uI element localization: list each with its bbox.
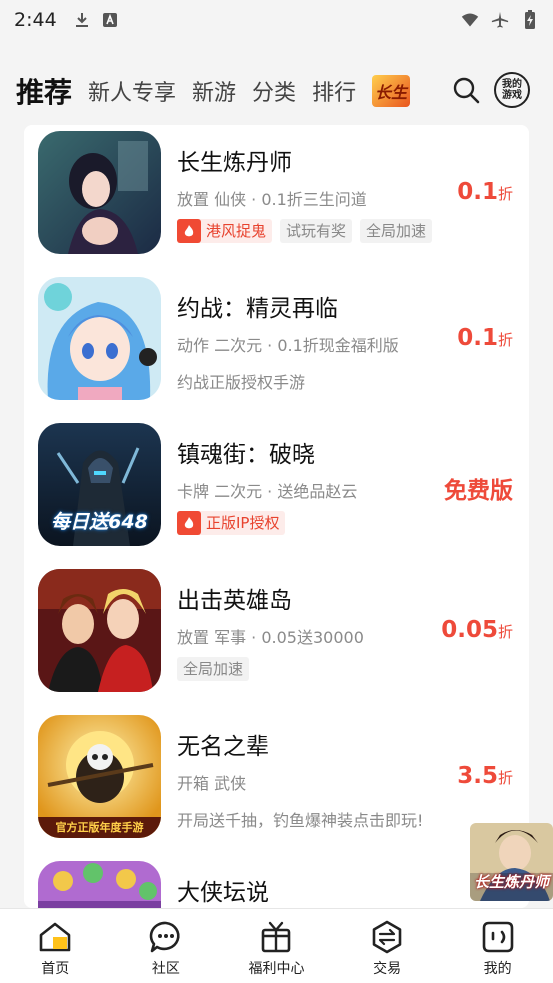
promo-logo-tab[interactable]: 长生 [372, 75, 411, 107]
price-unit: 折 [497, 331, 513, 349]
exchange-icon [372, 920, 402, 954]
game-meta: 动作 二次元 · 0.1折现金福利版 [177, 336, 399, 355]
game-cover-image [38, 861, 161, 908]
tab-categories[interactable]: 分类 [252, 75, 296, 107]
price-value: 3.5 [457, 763, 498, 789]
game-tags: 全局加速 [177, 657, 250, 681]
list-item-game-2[interactable]: 约战：精灵再临 动作 二次元 · 0.1折现金福利版 约战正版授权手游 0.1折 [24, 271, 529, 417]
community-chat-icon [149, 921, 180, 953]
airplane-mode-icon [491, 11, 509, 29]
nav-welfare-center[interactable]: 福利中心 [221, 909, 332, 983]
game-title: 镇魂街：破晓 [177, 442, 315, 468]
game-cover-image: 每日送648 [38, 423, 161, 546]
price-unit: 折 [497, 769, 513, 787]
discount-price: 3.5折 [457, 763, 513, 789]
my-games-button[interactable]: 我的 游戏 [494, 72, 530, 108]
game-title: 出击英雄岛 [177, 588, 292, 614]
list-item-game-6[interactable]: 大侠坛说 [24, 855, 529, 908]
price-unit: 折 [497, 623, 513, 641]
discount-price: 0.1折 [457, 325, 513, 351]
flame-icon [177, 511, 201, 535]
nav-profile[interactable]: 我的 [442, 909, 553, 983]
discount-price: 0.05折 [441, 617, 513, 643]
nav-community[interactable]: 社区 [111, 909, 222, 983]
highlight-tag-text: 港风捉鬼 [206, 222, 267, 240]
search-icon[interactable] [452, 76, 480, 104]
game-cover-image: 官方正版年度手游 [38, 715, 161, 838]
nav-welfare-label: 福利中心 [248, 961, 305, 977]
price-value: 免费版 [444, 478, 513, 504]
status-bar: 2:44 [0, 0, 553, 40]
game-description: 开局送千抽，钓鱼爆神装点击即玩! [177, 811, 424, 830]
wifi-icon [461, 11, 479, 29]
price-unit: 折 [497, 185, 513, 203]
price-value: 0.05 [441, 617, 498, 643]
tag: 试玩有奖 [280, 219, 353, 243]
game-meta: 放置 仙侠 · 0.1折三生问道 [177, 190, 367, 209]
home-icon [39, 922, 71, 952]
price-value: 0.1 [457, 179, 498, 205]
download-icon [73, 11, 91, 29]
nav-community-label: 社区 [151, 961, 180, 977]
list-item-game-3[interactable]: 每日送648 镇魂街：破晓 卡牌 二次元 · 送绝品赵云 正版IP授权 免费版 [24, 417, 529, 563]
tag: 全局加速 [360, 219, 433, 243]
highlight-tag: 港风捉鬼 [177, 219, 273, 243]
floating-promo-ad[interactable]: 长生炼丹师 [470, 823, 553, 901]
my-games-label-bottom: 游戏 [502, 90, 522, 101]
nav-trade[interactable]: 交易 [332, 909, 443, 983]
tab-recommend[interactable]: 推荐 [16, 71, 72, 111]
battery-charging-icon [521, 10, 539, 29]
game-list: 长生炼丹师 放置 仙侠 · 0.1折三生问道 港风捉鬼 试玩有奖 全局加速 0.… [24, 125, 529, 908]
flame-icon [177, 219, 201, 243]
game-meta: 卡牌 二次元 · 送绝品赵云 [177, 482, 358, 501]
game-meta: 放置 军事 · 0.05送30000 [177, 628, 364, 647]
status-time: 2:44 [14, 9, 57, 31]
tag: 全局加速 [177, 657, 250, 681]
profile-icon [482, 921, 513, 953]
bottom-nav-bar: 首页 社区 福利中心 交易 我的 [0, 908, 553, 983]
game-title: 无名之辈 [177, 734, 269, 760]
nav-profile-label: 我的 [483, 961, 512, 977]
game-cover-image [38, 131, 161, 254]
game-tags: 港风捉鬼 试玩有奖 全局加速 [177, 219, 433, 243]
cover-overlay-text: 官方正版年度手游 [55, 821, 144, 834]
highlight-tag: 正版IP授权 [177, 511, 286, 535]
game-cover-image [38, 277, 161, 400]
gift-icon [262, 921, 291, 953]
nav-home-label: 首页 [41, 961, 70, 977]
list-item-game-5[interactable]: 官方正版年度手游 无名之辈 开箱 武侠 开局送千抽，钓鱼爆神装点击即玩! 3.5… [24, 709, 529, 855]
discount-price: 免费版 [444, 471, 513, 505]
promo-logo-text: 长生 [375, 83, 408, 102]
list-item-game-4[interactable]: 出击英雄岛 放置 军事 · 0.05送30000 全局加速 0.05折 [24, 563, 529, 709]
tab-newcomer[interactable]: 新人专享 [88, 75, 176, 107]
tab-new-games[interactable]: 新游 [192, 75, 236, 107]
game-title: 大侠坛说 [177, 880, 269, 906]
highlight-tag-text: 正版IP授权 [206, 514, 280, 532]
list-item-game-1[interactable]: 长生炼丹师 放置 仙侠 · 0.1折三生问道 港风捉鬼 试玩有奖 全局加速 0.… [24, 125, 529, 271]
app-screen: 2:44 推荐 新人专享 新游 分类 排行 长生 我的 游戏 长生炼丹师 放置 … [0, 0, 553, 983]
float-ad-text: 长生炼丹师 [473, 873, 549, 891]
tab-ranking[interactable]: 排行 [312, 75, 356, 107]
nav-home[interactable]: 首页 [0, 909, 111, 983]
cover-overlay-text: 每日送648 [51, 511, 148, 533]
nav-trade-label: 交易 [373, 961, 402, 977]
price-value: 0.1 [457, 325, 498, 351]
game-title: 长生炼丹师 [177, 150, 292, 176]
game-meta: 开箱 武侠 [177, 774, 247, 793]
game-description: 约战正版授权手游 [177, 373, 306, 392]
app-notification-icon [101, 11, 119, 29]
game-title: 约战：精灵再临 [177, 296, 338, 322]
game-tags: 正版IP授权 [177, 511, 286, 535]
my-games-label-top: 我的 [502, 79, 522, 90]
game-cover-image [38, 569, 161, 692]
discount-price: 0.1折 [457, 179, 513, 205]
